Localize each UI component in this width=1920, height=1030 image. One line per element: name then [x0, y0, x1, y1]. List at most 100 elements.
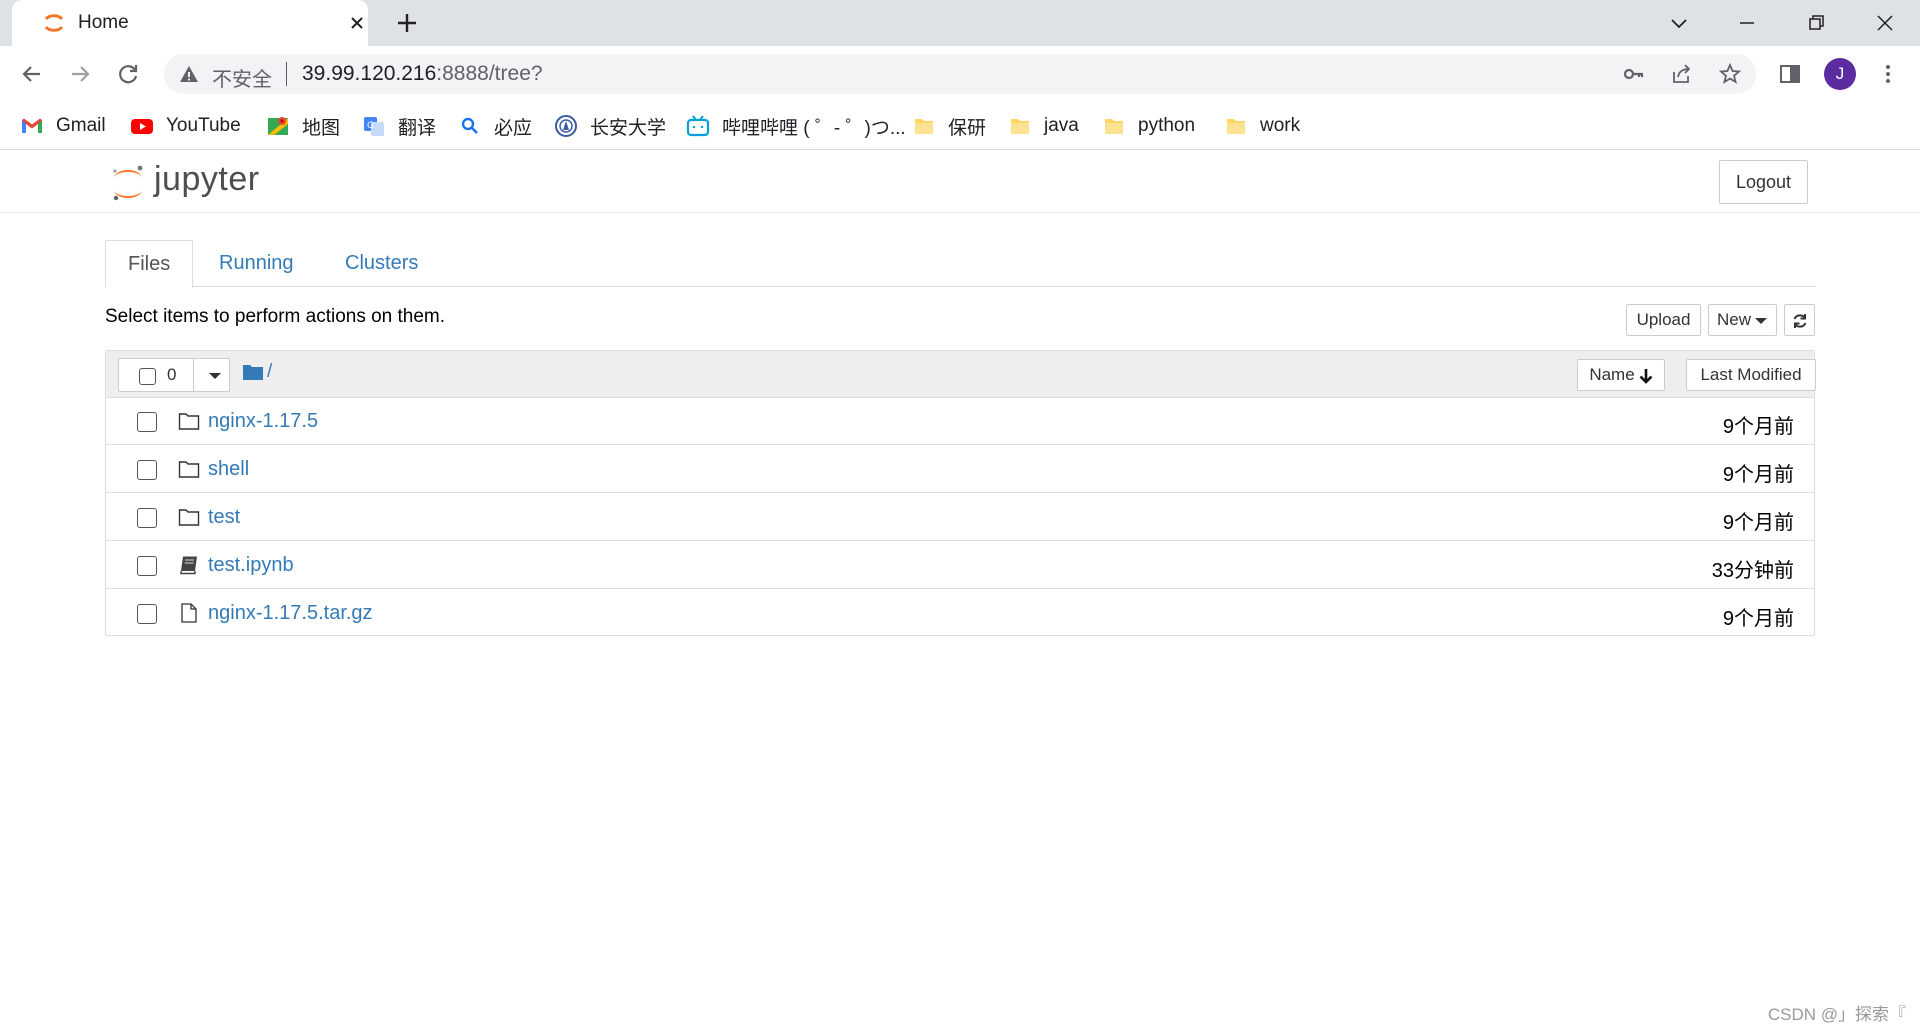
browser-toolbar: 不安全 39.99.120.216:8888/tree? J — [0, 46, 1920, 102]
file-list: 0 / Name Last Modified nginx-1.17.5 9个月前… — [105, 350, 1816, 637]
file-modified: 33分钟前 — [1711, 560, 1794, 582]
jupyter-header: jupyter Logout — [0, 150, 1920, 213]
svg-text:G: G — [367, 121, 374, 131]
file-name-link[interactable]: nginx-1.17.5 — [208, 410, 318, 433]
bookmark-label: 翻译 — [398, 117, 437, 139]
warning-triangle-icon[interactable] — [178, 63, 200, 85]
gmail-icon — [22, 118, 42, 133]
search-icon — [461, 117, 478, 134]
csdn-watermark: CSDN @」探索『 — [1767, 1005, 1906, 1024]
file-name-link[interactable]: nginx-1.17.5.tar.gz — [208, 602, 373, 625]
bookmark-gmail[interactable]: Gmail — [20, 112, 106, 140]
new-dropdown-button[interactable]: New — [1708, 304, 1777, 336]
breadcrumb-root[interactable]: / — [267, 361, 272, 383]
bookmark-translate[interactable]: G 翻译 — [362, 112, 436, 140]
file-row-test-ipynb[interactable]: test.ipynb 33分钟前 — [106, 542, 1814, 589]
bookmark-label: 哔哩哔哩 ( ゜- ゜)つ... — [722, 117, 906, 139]
maps-icon — [268, 117, 288, 135]
logout-button[interactable]: Logout — [1719, 160, 1808, 204]
file-row-shell[interactable]: shell 9个月前 — [106, 446, 1814, 493]
folder-icon — [1105, 119, 1123, 134]
file-modified: 9个月前 — [1722, 608, 1794, 630]
bookmark-label: 保研 — [948, 117, 987, 139]
folder-outline-icon — [178, 461, 200, 478]
browser-tab-home[interactable]: Home — [12, 0, 368, 46]
close-tab-icon[interactable] — [344, 10, 370, 36]
star-bookmark-icon[interactable] — [1718, 62, 1742, 86]
file-list-header: 0 / Name Last Modified — [106, 351, 1816, 398]
bookmark-bing[interactable]: 必应 — [458, 112, 532, 140]
new-tab-icon[interactable] — [392, 8, 422, 38]
bookmark-folder-java[interactable]: java — [1008, 112, 1079, 140]
file-name-link[interactable]: test.ipynb — [208, 554, 294, 577]
youtube-icon — [131, 119, 153, 134]
file-name-link[interactable]: test — [208, 506, 240, 529]
bookmark-bilibili[interactable]: 哔哩哔哩 ( ゜- ゜)つ... — [686, 112, 906, 140]
file-row-nginx[interactable]: nginx-1.17.5 9个月前 — [106, 398, 1814, 445]
bookmarks-bar: Gmail YouTube 地图 G 翻译 必应 长安大学 哔哩哔哩 (゜- … — [0, 102, 1920, 150]
bookmark-folder-work[interactable]: work — [1224, 112, 1300, 140]
bookmark-folder-python[interactable]: python — [1102, 112, 1195, 140]
tab-files[interactable]: Files — [105, 240, 194, 288]
file-modified: 9个月前 — [1722, 512, 1794, 534]
forward-arrow-icon[interactable] — [66, 60, 94, 88]
select-split-divider — [193, 359, 194, 391]
caret-down-icon[interactable] — [209, 373, 221, 379]
file-name-link[interactable]: shell — [208, 458, 249, 481]
bookmark-label: 地图 — [302, 117, 341, 139]
tab-running[interactable]: Running — [197, 240, 316, 287]
row-checkbox[interactable] — [137, 460, 157, 480]
translate-icon: G — [364, 117, 384, 136]
sort-name-button[interactable]: Name — [1577, 359, 1665, 391]
file-icon — [181, 603, 197, 623]
file-row-nginx-tar[interactable]: nginx-1.17.5.tar.gz 9个月前 — [106, 590, 1814, 637]
side-panel-icon[interactable] — [1776, 60, 1804, 88]
bookmark-youtube[interactable]: YouTube — [130, 112, 241, 140]
bookmark-label: work — [1260, 115, 1301, 136]
tab-search-chevron-icon[interactable] — [1662, 6, 1696, 40]
notebook-icon — [180, 556, 197, 575]
bookmark-maps[interactable]: 地图 — [266, 112, 340, 140]
key-icon[interactable] — [1622, 62, 1646, 86]
share-icon[interactable] — [1670, 62, 1694, 86]
row-checkbox[interactable] — [137, 412, 157, 432]
file-row-test[interactable]: test 9个月前 — [106, 494, 1814, 541]
window-close-icon[interactable] — [1868, 6, 1902, 40]
url-text[interactable]: 39.99.120.216:8888/tree? — [302, 62, 543, 86]
select-all-dropdown[interactable]: 0 — [118, 358, 230, 392]
bookmark-label: java — [1044, 115, 1079, 136]
jupyter-logo[interactable]: jupyter — [110, 158, 300, 206]
back-arrow-icon[interactable] — [18, 60, 46, 88]
selected-count: 0 — [167, 365, 177, 384]
profile-avatar[interactable]: J — [1824, 58, 1856, 90]
refresh-button[interactable] — [1784, 304, 1815, 336]
url-path: :8888/tree? — [436, 62, 543, 85]
minimize-icon[interactable] — [1730, 6, 1764, 40]
folder-breadcrumb-icon[interactable] — [242, 363, 264, 381]
restore-icon[interactable] — [1800, 6, 1834, 40]
sort-last-modified-button[interactable]: Last Modified — [1686, 359, 1816, 391]
jupyter-favicon-icon — [44, 14, 64, 32]
insecure-label[interactable]: 不安全 — [212, 63, 272, 92]
kebab-menu-icon[interactable] — [1874, 60, 1902, 88]
row-checkbox[interactable] — [137, 556, 157, 576]
file-modified: 9个月前 — [1722, 464, 1794, 486]
bookmark-folder-baoyan[interactable]: 保研 — [912, 112, 986, 140]
bookmark-label: 必应 — [494, 117, 533, 139]
row-checkbox[interactable] — [137, 508, 157, 528]
bookmark-label: YouTube — [166, 115, 241, 136]
row-checkbox[interactable] — [137, 604, 157, 624]
university-icon — [555, 115, 577, 137]
file-modified: 9个月前 — [1722, 416, 1794, 438]
address-bar[interactable]: 不安全 39.99.120.216:8888/tree? — [164, 54, 1756, 94]
upload-button[interactable]: Upload — [1626, 304, 1701, 336]
sort-name-label: Name — [1589, 365, 1635, 384]
url-host: 39.99.120.216 — [302, 62, 437, 85]
bookmark-chd[interactable]: 长安大学 — [554, 112, 666, 140]
bookmark-label: 长安大学 — [590, 117, 667, 139]
browser-tabstrip: Home — [0, 0, 1920, 46]
tab-clusters[interactable]: Clusters — [323, 240, 440, 287]
select-all-checkbox[interactable] — [139, 368, 156, 385]
reload-icon[interactable] — [114, 60, 142, 88]
address-separator — [286, 62, 287, 86]
